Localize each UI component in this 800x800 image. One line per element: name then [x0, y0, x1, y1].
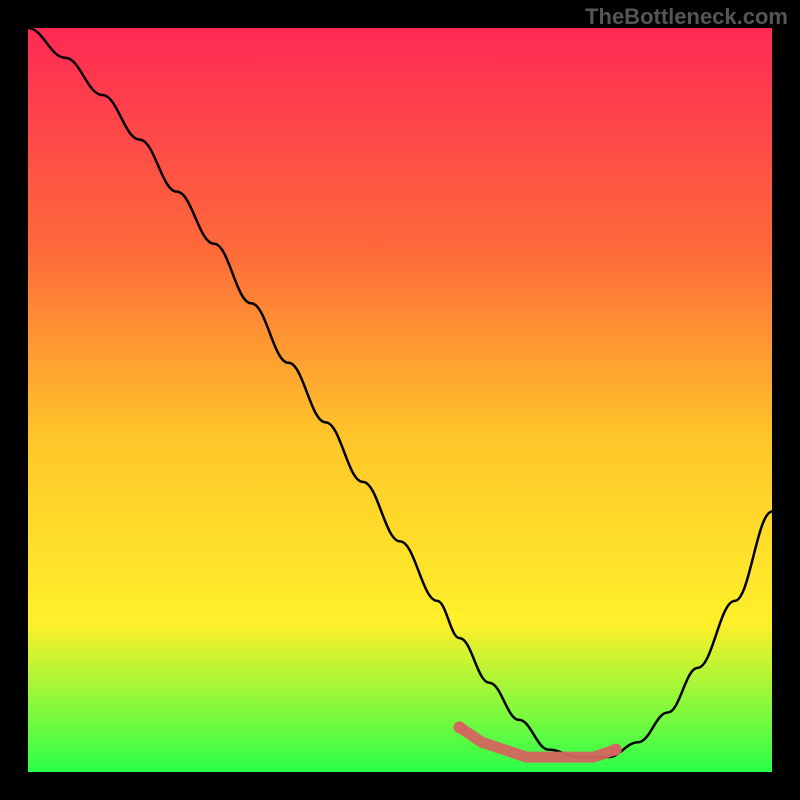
watermark-text: TheBottleneck.com: [585, 4, 788, 30]
plot-area: [28, 28, 772, 772]
bottleneck-marker-dot: [454, 721, 466, 733]
chart-svg: [28, 28, 772, 772]
bottleneck-marker-dot: [610, 744, 622, 756]
chart-container: TheBottleneck.com: [0, 0, 800, 800]
